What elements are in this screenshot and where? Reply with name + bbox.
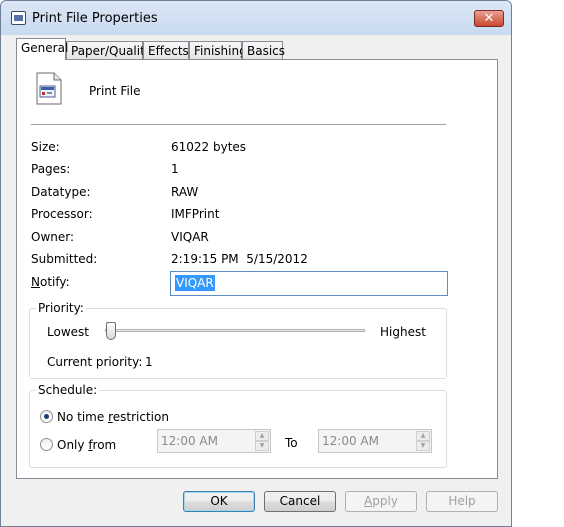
only-from-label-post: rom <box>92 438 117 452</box>
notify-accel-key: N <box>31 275 40 289</box>
apply-label-rest: pply <box>372 494 398 508</box>
notify-label: Notify: <box>31 275 70 289</box>
schedule-group: Schedule: No time restriction Only from … <box>29 383 447 468</box>
processor-value: IMFPrint <box>171 207 220 221</box>
size-value: 61022 bytes <box>171 140 247 154</box>
priority-slider-track[interactable] <box>105 329 365 332</box>
printer-document-icon <box>11 11 26 25</box>
to-time-value: 12:00 AM <box>322 434 379 448</box>
schedule-group-title: Schedule: <box>36 383 100 397</box>
submitted-value: 2:19:15 PM 5/15/2012 <box>171 252 308 266</box>
from-time-value: 12:00 AM <box>161 434 218 448</box>
tab-basics[interactable]: Basics <box>242 41 285 60</box>
no-time-restriction-radio[interactable] <box>40 410 53 423</box>
apply-button[interactable]: Apply <box>345 491 417 512</box>
spin-down-icon[interactable]: ▼ <box>416 441 430 451</box>
no-time-restriction-label-pre: No time <box>57 410 109 424</box>
only-from-radio[interactable] <box>40 438 53 451</box>
datatype-label: Datatype: <box>31 185 91 199</box>
document-icon <box>36 72 62 105</box>
priority-slider-thumb[interactable] <box>106 322 116 340</box>
submitted-label: Submitted: <box>31 252 98 266</box>
spin-down-icon[interactable]: ▼ <box>255 441 269 451</box>
from-time-spin-buttons[interactable]: ▲ ▼ <box>255 431 269 451</box>
print-file-properties-dialog: Print File Properties ✕ General Paper/Qu… <box>0 0 512 527</box>
only-from-label[interactable]: Only from <box>57 438 116 452</box>
datatype-value: RAW <box>171 185 199 199</box>
owner-value: VIQAR <box>171 230 209 244</box>
size-label: Size: <box>31 140 60 154</box>
notify-input[interactable]: VIQAR <box>170 271 448 296</box>
current-priority-label: Current priority: <box>47 355 143 369</box>
processor-label: Processor: <box>31 207 93 221</box>
to-time-spin-buttons[interactable]: ▲ ▼ <box>416 431 430 451</box>
spin-up-icon[interactable]: ▲ <box>255 431 269 441</box>
no-time-restriction-label[interactable]: No time restriction <box>57 410 169 424</box>
help-button[interactable]: Help <box>426 491 498 512</box>
to-label: To <box>285 436 298 450</box>
tab-effects[interactable]: Effects <box>143 41 189 60</box>
tab-paper-quality[interactable]: Paper/Quality <box>66 41 152 60</box>
no-time-restriction-label-post: estriction <box>112 410 169 424</box>
separator <box>31 124 446 125</box>
document-name: Print File <box>89 84 141 98</box>
spin-up-icon[interactable]: ▲ <box>416 431 430 441</box>
only-from-label-pre: Only <box>57 438 89 452</box>
priority-highest-label: Highest <box>380 325 426 339</box>
title-bar[interactable]: Print File Properties ✕ <box>1 1 511 35</box>
from-time-spinner[interactable]: 12:00 AM ▲ ▼ <box>157 429 271 453</box>
window-title: Print File Properties <box>32 11 158 26</box>
tab-general[interactable]: General <box>16 38 68 60</box>
close-button[interactable]: ✕ <box>474 10 504 27</box>
notify-value: VIQAR <box>175 275 215 291</box>
general-tab-panel: Print File Size: 61022 bytes Pages: 1 Da… <box>16 59 498 479</box>
owner-label: Owner: <box>31 230 75 244</box>
ok-button[interactable]: OK <box>183 491 255 512</box>
pages-value: 1 <box>171 162 179 176</box>
to-time-spinner[interactable]: 12:00 AM ▲ ▼ <box>318 429 432 453</box>
tab-finishing[interactable]: Finishing <box>189 41 247 60</box>
priority-group: Priority: Lowest Highest Current priorit… <box>29 301 447 379</box>
pages-label: Pages: <box>31 162 71 176</box>
priority-lowest-label: Lowest <box>47 325 89 339</box>
cancel-button[interactable]: Cancel <box>264 491 336 512</box>
current-priority-value: 1 <box>145 355 153 369</box>
priority-group-title: Priority: <box>36 301 86 315</box>
notify-label-rest: otify: <box>39 275 70 289</box>
